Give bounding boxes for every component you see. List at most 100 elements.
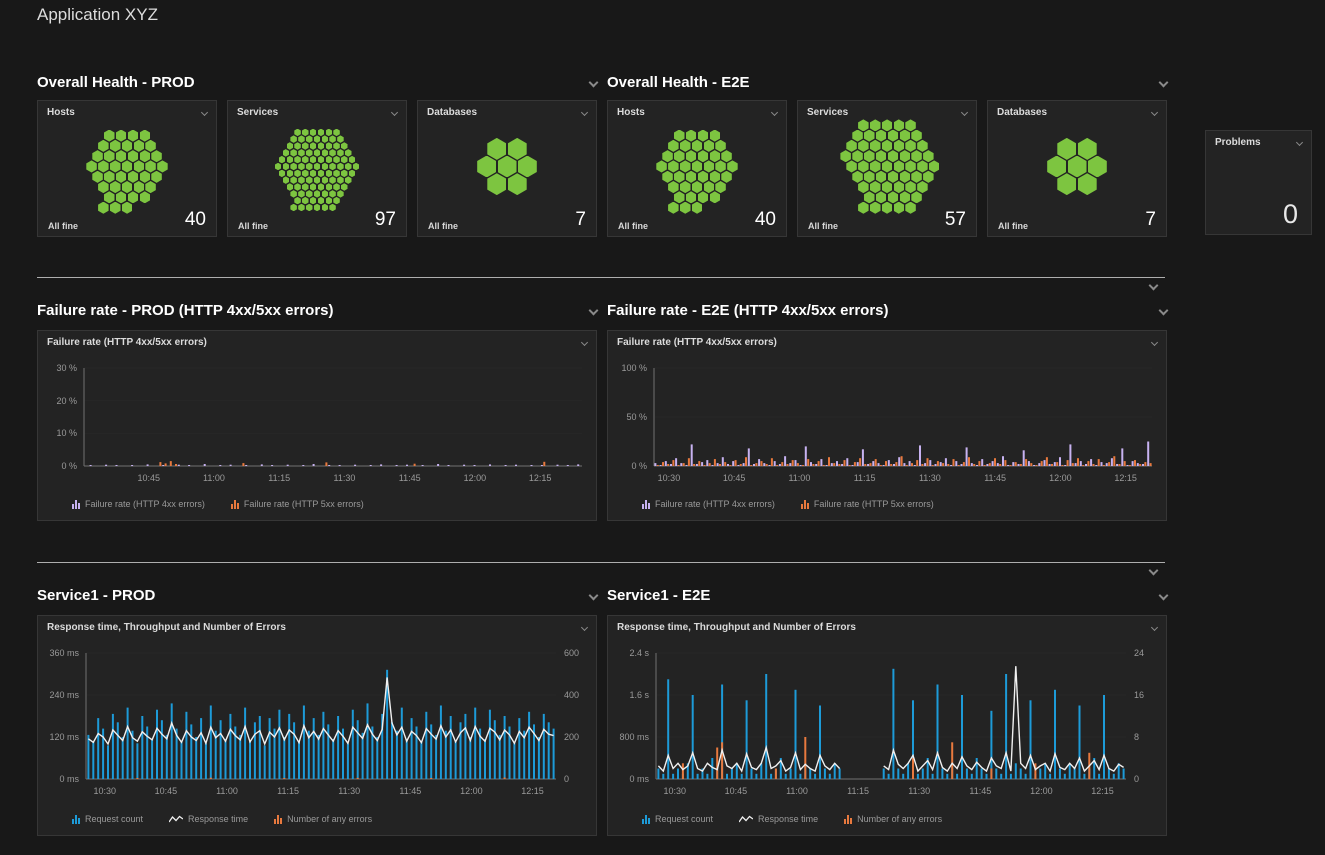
- entity-count: 57: [945, 209, 966, 231]
- legend-item-response-time[interactable]: Response time: [739, 814, 818, 824]
- chart-tile-service1-prod[interactable]: Response time, Throughput and Number of …: [37, 615, 597, 836]
- tile-title: Problems: [1215, 137, 1261, 148]
- service1-e2e-chart[interactable]: 2.4 s1.6 s800 ms0 ms24168010:3010:4511:0…: [608, 616, 1166, 835]
- legend-bars-icon: [642, 815, 650, 824]
- tile-header: Databases: [988, 101, 1166, 123]
- chevron-down-icon[interactable]: [771, 108, 778, 115]
- databases-honeycomb-visual[interactable]: [996, 123, 1158, 210]
- legend-item-errors[interactable]: Number of any errors: [274, 814, 372, 824]
- legend-bars-icon: [274, 815, 282, 824]
- legend-item-request-count[interactable]: Request count: [72, 814, 143, 824]
- entity-count: 40: [755, 209, 776, 231]
- legend-bars-icon: [642, 500, 650, 509]
- section-title: Overall Health - E2E: [607, 74, 750, 91]
- entity-count: 97: [375, 209, 396, 231]
- tile-databases-prod[interactable]: Databases All fine 7: [417, 100, 597, 237]
- legend-item-5xx[interactable]: Failure rate (HTTP 5xx errors): [231, 499, 364, 509]
- chevron-down-icon[interactable]: [391, 108, 398, 115]
- legend-label: Number of any errors: [287, 814, 372, 824]
- legend-bars-icon: [231, 500, 239, 509]
- legend-bars-icon: [72, 815, 80, 824]
- tile-title: Services: [237, 107, 278, 118]
- legend-item-errors[interactable]: Number of any errors: [844, 814, 942, 824]
- tile-footer: All fine 7: [418, 210, 596, 236]
- tile-services-e2e[interactable]: Services All fine 57: [797, 100, 977, 237]
- problems-count: 0: [1283, 199, 1298, 230]
- legend-item-request-count[interactable]: Request count: [642, 814, 713, 824]
- status-label: All fine: [998, 221, 1028, 231]
- chart-tile-failure-e2e[interactable]: Failure rate (HTTP 4xx/5xx errors) 100 %…: [607, 330, 1167, 521]
- tile-hosts-prod[interactable]: Hosts All fine 40: [37, 100, 217, 237]
- entity-count: 7: [575, 209, 586, 231]
- tile-header: Problems: [1206, 131, 1311, 153]
- section-divider: [37, 277, 1165, 278]
- page-title: Application XYZ: [37, 5, 158, 25]
- section-header-health-e2e: Overall Health - E2E: [607, 72, 1167, 92]
- status-label: All fine: [238, 221, 268, 231]
- legend-item-4xx[interactable]: Failure rate (HTTP 4xx errors): [72, 499, 205, 509]
- chart-tile-service1-e2e[interactable]: Response time, Throughput and Number of …: [607, 615, 1167, 836]
- legend-item-5xx[interactable]: Failure rate (HTTP 5xx errors): [801, 499, 934, 509]
- entity-count: 7: [1145, 209, 1156, 231]
- legend-label: Response time: [758, 814, 818, 824]
- legend-item-response-time[interactable]: Response time: [169, 814, 248, 824]
- chevron-down-icon[interactable]: [581, 108, 588, 115]
- tile-hosts-e2e[interactable]: Hosts All fine 40: [607, 100, 787, 237]
- legend-label: Failure rate (HTTP 5xx errors): [814, 499, 934, 509]
- chevron-down-icon[interactable]: [1159, 77, 1169, 87]
- service1-prod-chart[interactable]: 360 ms240 ms120 ms0 ms600400200010:3010:…: [38, 616, 596, 835]
- chevron-down-icon[interactable]: [589, 305, 599, 315]
- chevron-down-icon[interactable]: [1149, 566, 1159, 576]
- legend-label: Number of any errors: [857, 814, 942, 824]
- status-label: All fine: [808, 221, 838, 231]
- chart-legend: Request count Response time Number of an…: [72, 814, 372, 824]
- chart-tile-failure-prod[interactable]: Failure rate (HTTP 4xx/5xx errors) 30 %2…: [37, 330, 597, 521]
- tile-header: Hosts: [38, 101, 216, 123]
- services-honeycomb-visual[interactable]: [806, 123, 968, 210]
- failure-e2e-chart[interactable]: 100 %50 %0 %10:3010:4511:0011:1511:3011:…: [608, 331, 1166, 520]
- tile-footer: All fine 40: [38, 210, 216, 236]
- tile-header: Hosts: [608, 101, 786, 123]
- section-header-failure-prod: Failure rate - PROD (HTTP 4xx/5xx errors…: [37, 300, 597, 320]
- legend-bars-icon: [801, 500, 809, 509]
- tile-databases-e2e[interactable]: Databases All fine 7: [987, 100, 1167, 237]
- tile-problems[interactable]: Problems 0: [1205, 130, 1312, 235]
- chart-legend: Failure rate (HTTP 4xx errors) Failure r…: [72, 499, 364, 509]
- chevron-down-icon[interactable]: [1149, 281, 1159, 291]
- chart-legend: Failure rate (HTTP 4xx errors) Failure r…: [642, 499, 934, 509]
- tile-footer: All fine 7: [988, 210, 1166, 236]
- services-honeycomb-visual[interactable]: [236, 123, 398, 210]
- tile-title: Databases: [997, 107, 1047, 118]
- tile-title: Services: [807, 107, 848, 118]
- hosts-honeycomb-visual[interactable]: [46, 123, 208, 210]
- tile-title: Hosts: [617, 107, 645, 118]
- chevron-down-icon[interactable]: [1296, 138, 1303, 145]
- hosts-honeycomb-visual[interactable]: [616, 123, 778, 210]
- section-header-service1-e2e: Service1 - E2E: [607, 585, 1167, 605]
- chevron-down-icon[interactable]: [1159, 305, 1169, 315]
- status-label: All fine: [48, 221, 78, 231]
- chevron-down-icon[interactable]: [589, 590, 599, 600]
- legend-item-4xx[interactable]: Failure rate (HTTP 4xx errors): [642, 499, 775, 509]
- section-header-service1-prod: Service1 - PROD: [37, 585, 597, 605]
- legend-label: Failure rate (HTTP 5xx errors): [244, 499, 364, 509]
- tile-services-prod[interactable]: Services All fine 97: [227, 100, 407, 237]
- failure-prod-chart[interactable]: 30 %20 %10 %0 %10:4511:0011:1511:3011:45…: [38, 331, 596, 520]
- chevron-down-icon[interactable]: [589, 77, 599, 87]
- section-title: Overall Health - PROD: [37, 74, 195, 91]
- entity-count: 40: [185, 209, 206, 231]
- legend-label: Failure rate (HTTP 4xx errors): [85, 499, 205, 509]
- chevron-down-icon[interactable]: [1159, 590, 1169, 600]
- legend-bars-icon: [844, 815, 852, 824]
- chevron-down-icon[interactable]: [1151, 108, 1158, 115]
- chevron-down-icon[interactable]: [961, 108, 968, 115]
- section-divider: [37, 562, 1165, 563]
- chevron-down-icon[interactable]: [201, 108, 208, 115]
- tile-title: Databases: [427, 107, 477, 118]
- section-header-failure-e2e: Failure rate - E2E (HTTP 4xx/5xx errors): [607, 300, 1167, 320]
- legend-line-icon: [739, 815, 753, 824]
- status-label: All fine: [428, 221, 458, 231]
- tile-header: Databases: [418, 101, 596, 123]
- databases-honeycomb-visual[interactable]: [426, 123, 588, 210]
- tile-footer: All fine 57: [798, 210, 976, 236]
